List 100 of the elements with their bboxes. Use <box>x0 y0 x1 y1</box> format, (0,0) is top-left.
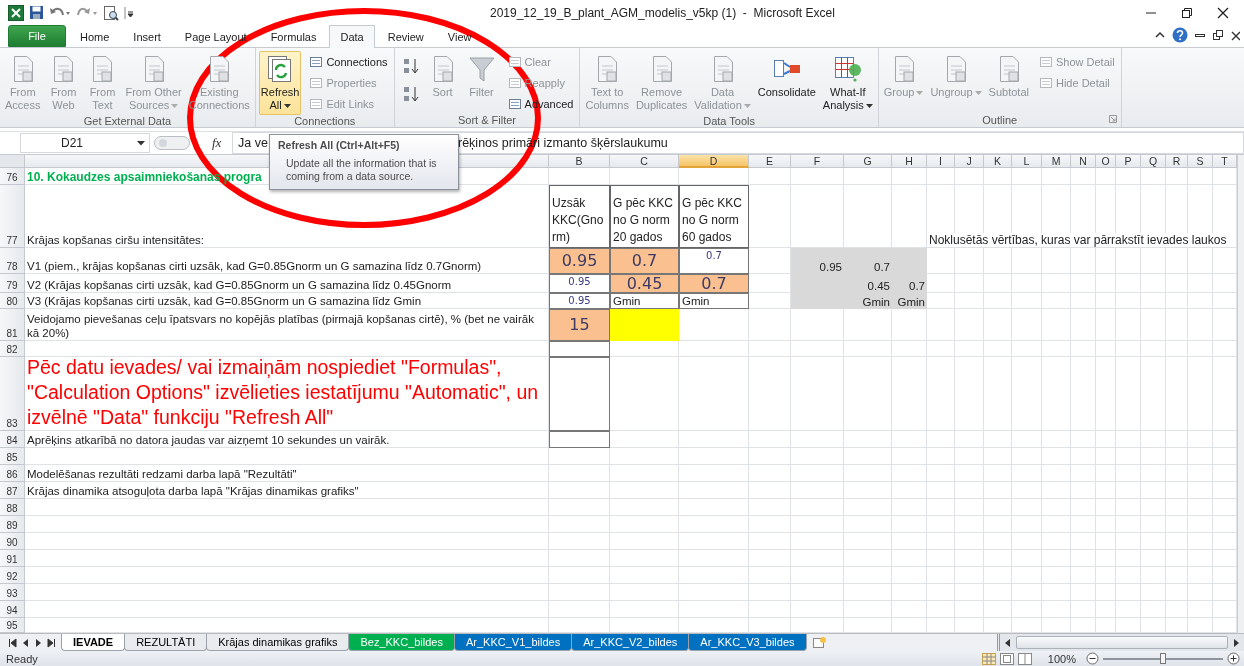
column-header[interactable]: O <box>1096 155 1116 168</box>
sheet-scroll-icon[interactable] <box>8 637 17 648</box>
column-header[interactable]: H <box>892 155 927 168</box>
table-cell[interactable]: Uzsāk KKC(Gnorm) <box>549 185 610 248</box>
empty-cell[interactable] <box>549 431 610 448</box>
table-cell[interactable]: V1 (piem., krājas kopšanas cirti uzsāk, kad G=0.85Gnorm un G samazina līdz 0.7Gnorm) <box>25 248 549 274</box>
table-cell[interactable]: G pēc KKC no G norm 20 gados <box>610 185 679 248</box>
ribbon-button[interactable]: What-If Analysis <box>820 51 875 115</box>
column-header[interactable]: C <box>610 155 679 168</box>
column-header[interactable]: R <box>1166 155 1188 168</box>
table-cell[interactable]: Pēc datu ievades/ vai izmaiņām nospiediet "Formulas", "Calculation Options" izvēlieties iestatījumu "Automatic", un izvēlnē "Data" funkciju "Refresh All" <box>25 357 549 431</box>
column-header[interactable]: T <box>1213 155 1237 168</box>
table-cell[interactable]: Krājas kopšanas ciršu intensitātes: <box>25 185 549 248</box>
highlighted-cell[interactable] <box>610 309 679 341</box>
ribbon-tab[interactable]: Formulas <box>259 25 328 47</box>
row-header[interactable]: 79 <box>0 274 25 293</box>
scroll-left-icon[interactable] <box>1004 637 1012 648</box>
sheet-tab[interactable]: REZULTĀTI <box>124 634 208 651</box>
row-header[interactable]: 84 <box>0 431 25 448</box>
zoom-slider-thumb[interactable] <box>1160 652 1166 664</box>
row-header[interactable]: 78 <box>0 248 25 274</box>
sheet-tab[interactable]: IEVADE <box>61 634 126 651</box>
table-cell[interactable]: 0.95 <box>549 293 610 309</box>
column-header[interactable]: Q <box>1141 155 1166 168</box>
close-icon[interactable] <box>1230 29 1240 41</box>
zoom-in-icon[interactable] <box>1227 652 1240 665</box>
column-header[interactable]: E <box>749 155 791 168</box>
table-cell[interactable]: 0.95 <box>549 274 610 293</box>
column-header[interactable]: F <box>791 155 844 168</box>
ribbon-tab[interactable]: Home <box>69 25 121 47</box>
row-header[interactable]: 86 <box>0 465 25 482</box>
sheet-scroll-icon[interactable] <box>34 637 43 648</box>
table-cell[interactable]: V3 (Krājas kopšanas cirti uzsāk, kad G=0.85Gnorm un G samazina līdz Gmin <box>25 293 549 309</box>
restore-icon[interactable] <box>1180 5 1194 20</box>
resize-handle-icon[interactable] <box>152 134 192 152</box>
row-header[interactable]: 80 <box>0 293 25 309</box>
table-cell[interactable]: Gmin <box>610 293 679 309</box>
save-icon[interactable] <box>29 5 44 20</box>
ribbon-tab[interactable]: Page Layout <box>173 25 258 47</box>
table-cell[interactable]: 0.7 <box>892 274 927 293</box>
page-break-icon[interactable] <box>1017 652 1032 665</box>
column-header[interactable]: N <box>1071 155 1096 168</box>
zoom-level-text[interactable]: 100% <box>1047 652 1076 665</box>
empty-cell[interactable] <box>549 357 610 431</box>
row-header[interactable]: 76 <box>0 168 25 185</box>
sheet-tab[interactable]: Ar_KKC_V3_bildes <box>688 634 807 651</box>
row-header[interactable]: 88 <box>0 499 25 516</box>
zoom-out-icon[interactable] <box>1086 652 1099 665</box>
normal-view-icon[interactable] <box>981 652 996 665</box>
row-header[interactable]: 81 <box>0 309 25 341</box>
row-header[interactable]: 82 <box>0 341 25 357</box>
row-header[interactable]: 90 <box>0 533 25 550</box>
table-cell[interactable]: Gmin <box>679 293 749 309</box>
sheet-tab[interactable]: Ar_KKC_V1_bildes <box>454 634 573 651</box>
table-cell[interactable]: Aprēķins atkarībā no datora jaudas var aizņemt 10 sekundes un vairāk. <box>25 431 549 448</box>
scroll-right-icon[interactable] <box>1232 637 1240 648</box>
row-header[interactable]: 77 <box>0 185 25 248</box>
insert-function-button[interactable]: fx <box>192 135 232 151</box>
sheet-tab[interactable]: Ar_KKC_V2_bildes <box>571 634 690 651</box>
ribbon-tab[interactable]: Data <box>329 25 375 48</box>
empty-cell[interactable] <box>549 341 610 357</box>
sheet-scroll-icon[interactable] <box>47 637 56 648</box>
column-header[interactable]: G <box>844 155 892 168</box>
ribbon-tab[interactable]: Insert <box>122 25 172 47</box>
row-header[interactable]: 85 <box>0 448 25 465</box>
file-tab[interactable]: File <box>8 25 66 47</box>
horizontal-scrollbar[interactable] <box>997 634 1244 651</box>
column-header[interactable]: K <box>984 155 1012 168</box>
table-cell[interactable]: 0.7 <box>844 248 892 274</box>
row-header[interactable]: 94 <box>0 601 25 618</box>
input-cell[interactable]: 0.45 <box>610 274 679 293</box>
column-header[interactable]: S <box>1188 155 1213 168</box>
table-cell[interactable]: V2 (Krājas kopšanas cirti uzsāk, kad G=0.85Gnorm un G samazina līdz 0.45Gnorm <box>25 274 549 293</box>
column-header[interactable]: B <box>549 155 610 168</box>
row-header[interactable]: 87 <box>0 482 25 499</box>
column-header[interactable]: L <box>1012 155 1042 168</box>
column-header[interactable]: J <box>955 155 984 168</box>
ribbon-button[interactable]: Refresh All <box>258 51 302 115</box>
column-header[interactable]: P <box>1116 155 1141 168</box>
ribbon-button[interactable]: Connections <box>306 52 391 71</box>
table-cell[interactable]: Krājas dinamika atsoguļota darba lapā "Krājas dinamikas grafiks" <box>25 482 549 499</box>
table-cell[interactable]: 0.7 <box>679 248 749 274</box>
close-icon[interactable] <box>1216 5 1230 20</box>
print-preview-icon[interactable] <box>103 4 119 21</box>
row-header[interactable]: 92 <box>0 567 25 584</box>
column-header[interactable]: M <box>1042 155 1071 168</box>
sheet-scroll-icon[interactable] <box>21 637 30 648</box>
table-cell[interactable]: G pēc KKC no G norm 60 gados <box>679 185 749 248</box>
ribbon-tab[interactable]: View <box>436 25 483 47</box>
table-cell[interactable]: Modelēšanas rezultāti redzami darba lapā "Rezultāti" <box>25 465 549 482</box>
name-box[interactable]: D21 <box>20 133 150 153</box>
table-cell[interactable]: Veidojamo pievešanas ceļu īpatsvars no kopējās platības (pirmajā kopšanas cirtē), % (bet ne vairāk kā 20%) <box>25 309 549 341</box>
row-header[interactable]: 93 <box>0 584 25 601</box>
restore-icon[interactable] <box>1212 29 1224 41</box>
ribbon-tab[interactable]: Review <box>376 25 435 47</box>
new-sheet-icon[interactable] <box>810 635 827 650</box>
table-cell[interactable]: 0.45 <box>844 274 892 293</box>
column-header[interactable]: D <box>679 155 749 168</box>
row-header[interactable]: 91 <box>0 550 25 567</box>
row-header[interactable]: 89 <box>0 516 25 533</box>
